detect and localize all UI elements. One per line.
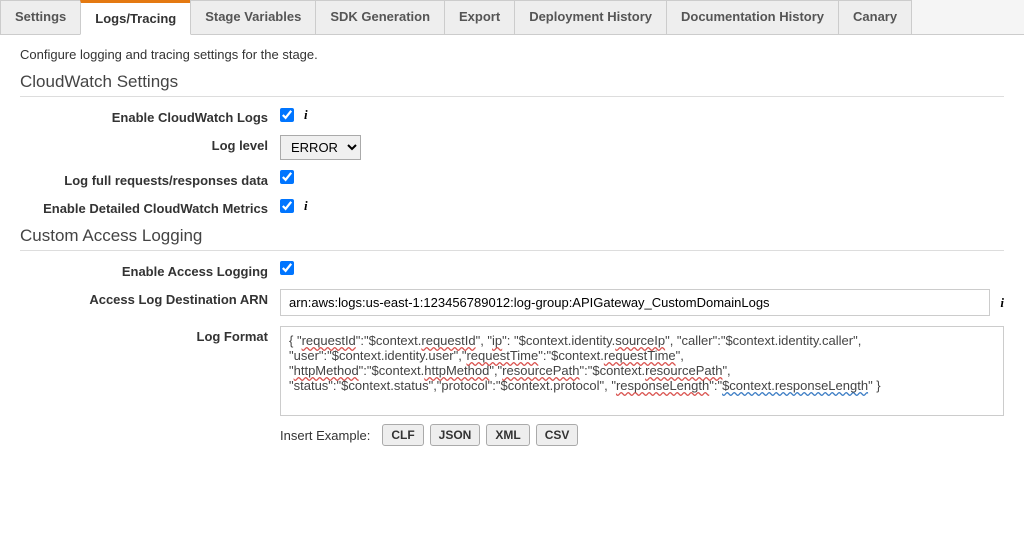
tabs-bar: Settings Logs/Tracing Stage Variables SD… bbox=[0, 0, 1024, 35]
tab-deployment-history[interactable]: Deployment History bbox=[514, 0, 667, 34]
row-enable-cloudwatch-logs: Enable CloudWatch Logs i bbox=[20, 107, 1004, 125]
checkbox-enable-access-logging[interactable] bbox=[280, 261, 294, 275]
insert-example-label: Insert Example: bbox=[280, 428, 370, 443]
input-arn[interactable] bbox=[280, 289, 990, 316]
info-icon[interactable]: i bbox=[304, 198, 308, 214]
checkbox-enable-cloudwatch-logs[interactable] bbox=[280, 108, 294, 122]
label-enable-access-logging: Enable Access Logging bbox=[20, 261, 280, 279]
checkbox-detailed-metrics[interactable] bbox=[280, 199, 294, 213]
btn-clf[interactable]: CLF bbox=[382, 424, 423, 446]
row-enable-access-logging: Enable Access Logging bbox=[20, 261, 1004, 279]
tab-logs-tracing[interactable]: Logs/Tracing bbox=[80, 0, 191, 35]
row-log-level: Log level ERROR bbox=[20, 135, 1004, 160]
intro-text: Configure logging and tracing settings f… bbox=[20, 47, 1004, 62]
access-logging-section-title: Custom Access Logging bbox=[20, 226, 1004, 251]
info-icon[interactable]: i bbox=[304, 107, 308, 123]
tab-export[interactable]: Export bbox=[444, 0, 515, 34]
label-detailed-metrics: Enable Detailed CloudWatch Metrics bbox=[20, 198, 280, 216]
tab-canary[interactable]: Canary bbox=[838, 0, 912, 34]
label-log-level: Log level bbox=[20, 135, 280, 153]
tab-sdk-generation[interactable]: SDK Generation bbox=[315, 0, 445, 34]
info-icon[interactable]: i bbox=[1000, 295, 1004, 311]
btn-csv[interactable]: CSV bbox=[536, 424, 579, 446]
label-arn: Access Log Destination ARN bbox=[20, 289, 280, 307]
insert-example-row: Insert Example: CLF JSON XML CSV bbox=[280, 424, 1004, 446]
select-log-level[interactable]: ERROR bbox=[280, 135, 361, 160]
label-log-full-requests: Log full requests/responses data bbox=[20, 170, 280, 188]
row-log-full-requests: Log full requests/responses data bbox=[20, 170, 1004, 188]
btn-json[interactable]: JSON bbox=[430, 424, 481, 446]
label-enable-cloudwatch-logs: Enable CloudWatch Logs bbox=[20, 107, 280, 125]
checkbox-log-full-requests[interactable] bbox=[280, 170, 294, 184]
tab-stage-variables[interactable]: Stage Variables bbox=[190, 0, 316, 34]
btn-xml[interactable]: XML bbox=[486, 424, 529, 446]
content-panel: Configure logging and tracing settings f… bbox=[0, 35, 1024, 476]
row-arn: Access Log Destination ARN i bbox=[20, 289, 1004, 316]
tab-documentation-history[interactable]: Documentation History bbox=[666, 0, 839, 34]
row-log-format: Log Format { "requestId":"$context.reque… bbox=[20, 326, 1004, 446]
cloudwatch-section-title: CloudWatch Settings bbox=[20, 72, 1004, 97]
textarea-log-format[interactable]: { "requestId":"$context.requestId", "ip"… bbox=[280, 326, 1004, 416]
tab-settings[interactable]: Settings bbox=[0, 0, 81, 34]
label-log-format: Log Format bbox=[20, 326, 280, 344]
row-detailed-metrics: Enable Detailed CloudWatch Metrics i bbox=[20, 198, 1004, 216]
